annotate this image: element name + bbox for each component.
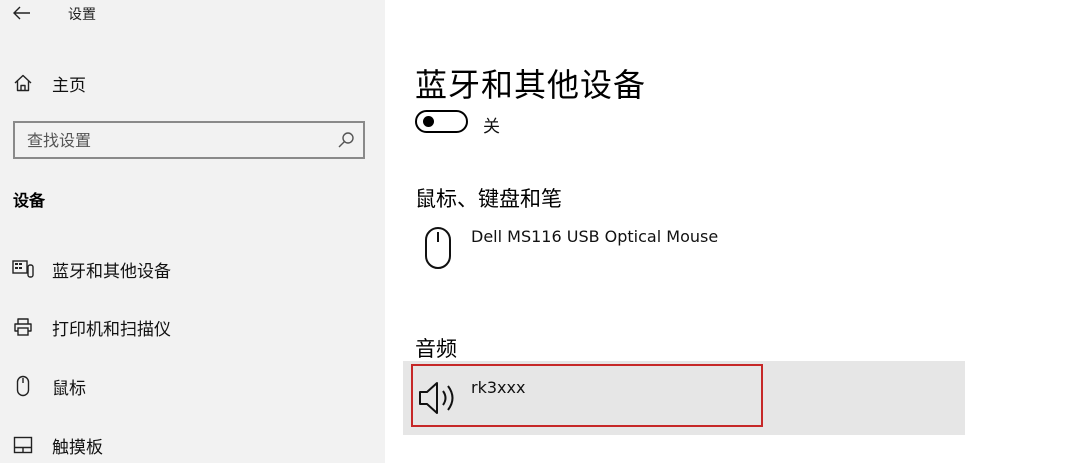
sidebar-item-mouse[interactable]: 鼠标 <box>0 366 385 406</box>
bluetooth-devices-icon <box>12 258 34 280</box>
mouse-icon <box>12 375 34 397</box>
mouse-icon <box>423 226 453 270</box>
sidebar: 设置 主页 设备 <box>0 0 385 463</box>
device-name: Dell MS116 USB Optical Mouse <box>471 227 719 246</box>
search-icon[interactable] <box>337 131 355 149</box>
sidebar-item-touchpad[interactable]: 触摸板 <box>0 425 385 463</box>
home-icon <box>12 72 34 94</box>
bluetooth-toggle[interactable] <box>415 110 468 133</box>
sidebar-item-bluetooth[interactable]: 蓝牙和其他设备 <box>0 249 385 289</box>
device-item-selected[interactable]: rk3xxx <box>403 361 965 435</box>
sidebar-item-label: 蓝牙和其他设备 <box>52 261 171 282</box>
settings-window: 设置 主页 设备 <box>0 0 1080 463</box>
sidebar-item-home[interactable]: 主页 <box>0 63 385 103</box>
title-bar: 设置 <box>0 0 385 28</box>
sidebar-item-label: 鼠标 <box>52 378 86 399</box>
device-item[interactable]: Dell MS116 USB Optical Mouse <box>415 222 975 278</box>
device-name: rk3xxx <box>471 378 526 397</box>
sidebar-item-label: 打印机和扫描仪 <box>52 319 171 340</box>
section-header: 设备 <box>13 191 46 210</box>
sidebar-item-printers[interactable]: 打印机和扫描仪 <box>0 307 385 347</box>
speaker-icon <box>417 378 461 418</box>
page-title: 蓝牙和其他设备 <box>415 66 647 104</box>
main-content: 蓝牙和其他设备 关 鼠标、键盘和笔 Dell MS116 USB Optical… <box>385 0 1080 463</box>
sidebar-item-label: 触摸板 <box>52 437 103 458</box>
sidebar-item-label: 主页 <box>52 75 86 96</box>
bluetooth-toggle-state: 关 <box>483 117 500 137</box>
app-title: 设置 <box>68 7 96 23</box>
search-box[interactable] <box>13 121 365 159</box>
toggle-knob <box>423 116 434 127</box>
highlight-box <box>411 364 763 427</box>
group-heading-audio: 音频 <box>415 337 457 361</box>
group-heading-mouse-keyboard-pen: 鼠标、键盘和笔 <box>415 187 562 211</box>
touchpad-icon <box>12 434 34 456</box>
back-button[interactable] <box>10 2 34 24</box>
search-input[interactable] <box>27 129 327 151</box>
printer-icon <box>12 316 34 338</box>
back-arrow-icon <box>13 6 30 20</box>
